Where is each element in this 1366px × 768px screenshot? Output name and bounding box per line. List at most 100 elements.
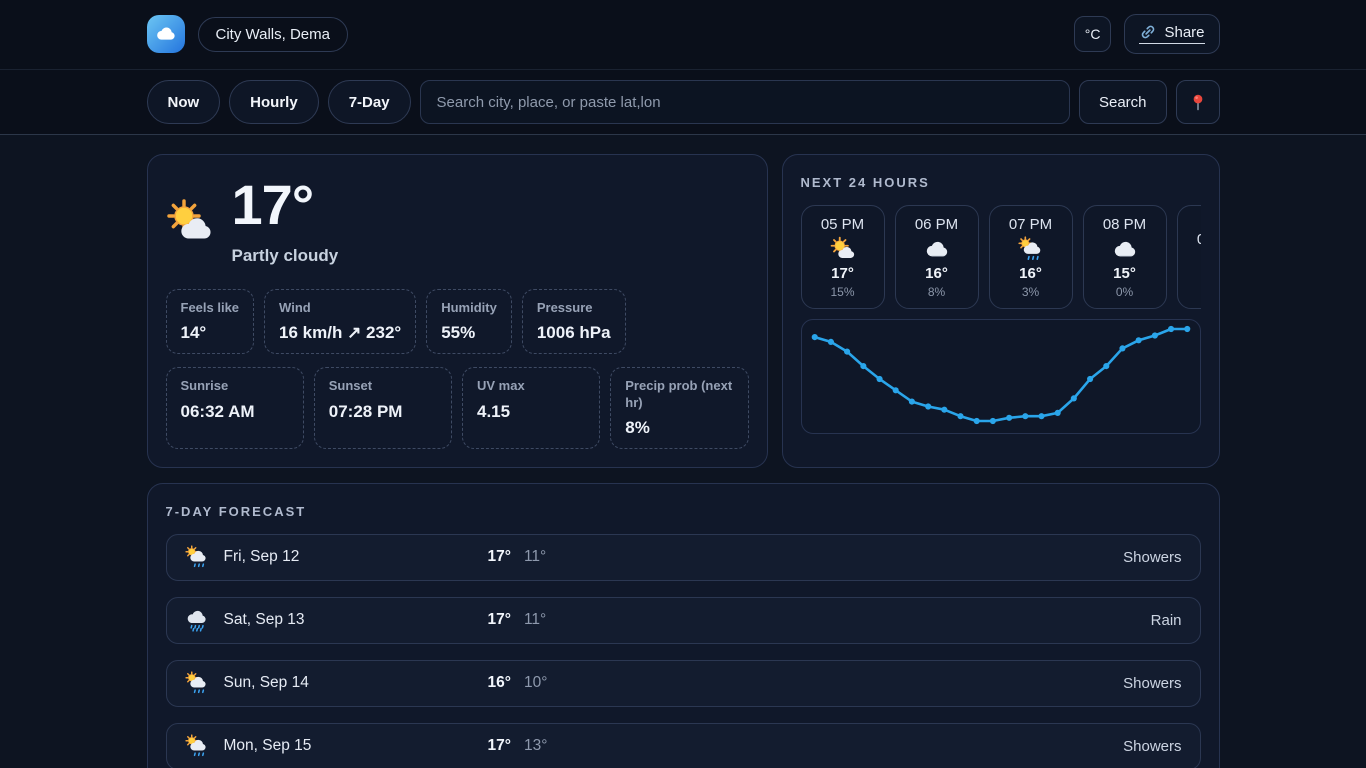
current-stats-row2: Sunrise 06:32 AM Sunset 07:28 PM UV max 4.15 P… [166,367,749,449]
row1-stat-box: Feels like 14° [166,289,255,354]
weather-app: City Walls, Dema °C Share Now Hourly 7-D… [0,0,1366,768]
main-content: 17° Partly cloudy Feels like 14° Wind 16 km… [147,135,1220,768]
forecast-row[interactable]: Fri, Sep 12 17° 11° Showers [166,534,1201,581]
hour-chip[interactable]: 06 PM 16° 8% [895,205,979,309]
sun-rain-cloud-icon [185,734,209,758]
sun-rain-cloud-icon [1018,236,1044,262]
share-label: Share [1164,24,1204,41]
stat-value: 55% [441,323,497,343]
temperature-chart [801,319,1201,434]
hour-precip: 3% [1022,285,1039,299]
hour-chip[interactable]: 05 PM 17° 15% [801,205,885,309]
stat-label: Feels like [181,300,240,316]
row2-stat-box: Sunrise 06:32 AM [166,367,304,449]
tab-hourly[interactable]: Hourly [229,80,319,124]
forecast-condition: Showers [1123,738,1181,755]
search-button[interactable]: Search [1079,80,1167,124]
stat-value: 16 km/h ↗ 232° [279,323,401,343]
forecast-low: 10° [524,674,547,692]
hour-time: 06 PM [915,216,958,233]
forecast-condition: Rain [1151,612,1182,629]
row2-stat-box: UV max 4.15 [462,367,600,449]
forecast-high: 17° [488,548,511,566]
hour-chip[interactable]: 07 PM 16° 3% [989,205,1073,309]
stat-value: 06:32 AM [181,402,289,422]
tab-7day[interactable]: 7-Day [328,80,411,124]
stat-label: Sunset [329,378,437,394]
current-condition: Partly cloudy [232,246,339,266]
search-input[interactable] [420,80,1070,124]
seven-day-forecast-card: 7-DAY FORECAST Fri, Sep 1217°11°ShowersS… [147,483,1220,768]
use-my-location-button[interactable] [1176,80,1220,124]
tab-now[interactable]: Now [147,80,221,124]
forecast-high: 17° [488,611,511,629]
app-logo [147,15,185,53]
stat-label: Pressure [537,300,611,316]
stat-label: Sunrise [181,378,289,394]
stat-value: 4.15 [477,402,585,422]
stat-value: 8% [625,418,733,438]
hour-time: 08 PM [1103,216,1146,233]
row1-stat-box: Humidity 55% [426,289,512,354]
row1-stat-box: Pressure 1006 hPa [522,289,626,354]
hour-precip: 8% [928,285,945,299]
sun-behind-cloud-icon [830,236,856,262]
hour-time: 05 PM [821,216,864,233]
hour-precip: 15% [830,285,854,299]
hour-time: 07 PM [1009,216,1052,233]
hour-temp: 15° [1113,265,1136,282]
hourly-strip: 05 PM17°15%06 PM16°8%07 PM16°3%08 PM15°0… [801,205,1201,309]
stat-label: Humidity [441,300,497,316]
forecast-condition: Showers [1123,549,1181,566]
partly-cloudy-icon [166,198,214,246]
stat-label: Wind [279,300,401,316]
next-24-hours-title: NEXT 24 HOURS [801,175,1201,190]
forecast-low: 11° [524,548,546,566]
forecast-low: 11° [524,611,546,629]
stat-value: 14° [181,323,240,343]
hour-temp: 17° [831,265,854,282]
forecast-high: 16° [488,674,511,692]
sun-rain-cloud-icon [185,671,209,695]
forecast-date: Sun, Sep 14 [224,674,309,692]
current-conditions-card: 17° Partly cloudy Feels like 14° Wind 16 km… [147,154,768,468]
forecast-high: 17° [488,737,511,755]
seven-day-forecast-title: 7-DAY FORECAST [166,504,1201,519]
next-24-hours-card: NEXT 24 HOURS 05 PM 17° 15% 06 PM 16° 8% 07 PM… [782,154,1220,468]
share-button[interactable]: Share [1124,14,1219,54]
cloud-icon [1112,236,1138,262]
hour-time: 09 PM [1197,231,1201,248]
app-header: City Walls, Dema °C Share Now Hourly 7-D… [0,0,1366,135]
forecast-date: Mon, Sep 15 [224,737,312,755]
hour-precip: 0% [1116,285,1133,299]
forecast-row[interactable]: Mon, Sep 15 17° 13° Showers [166,723,1201,768]
forecast-low: 13° [524,737,547,755]
current-temperature: 17° [232,177,339,233]
stat-value: 07:28 PM [329,402,437,422]
hour-temp: 16° [925,265,948,282]
hour-temp: 16° [1019,265,1042,282]
row1-stat-box: Wind 16 km/h ↗ 232° [264,289,416,354]
pushpin-icon [1188,92,1208,112]
forecast-rows: Fri, Sep 12 17° 11° Showers Sat, Sep 13 17° 11… [166,534,1201,768]
hour-chip[interactable]: 08 PM 15° 0% [1083,205,1167,309]
forecast-condition: Showers [1123,675,1181,692]
sun-rain-cloud-icon [185,545,209,569]
cloud-icon [924,236,950,262]
current-stats-row1: Feels like 14° Wind 16 km/h ↗ 232° Humidity 5… [166,289,749,354]
hour-chip[interactable]: 09 PM [1177,205,1201,309]
cloud-icon [154,22,178,46]
row2-stat-box: Sunset 07:28 PM [314,367,452,449]
forecast-date: Fri, Sep 12 [224,548,300,566]
rain-cloud-icon [185,608,209,632]
stat-label: Precip prob (next hr) [625,378,733,411]
stat-value: 1006 hPa [537,323,611,343]
forecast-row[interactable]: Sat, Sep 13 17° 11° Rain [166,597,1201,644]
row2-stat-box: Precip prob (next hr) 8% [610,367,748,449]
link-icon [1139,23,1157,41]
forecast-date: Sat, Sep 13 [224,611,305,629]
stat-label: UV max [477,378,585,394]
unit-toggle-button[interactable]: °C [1074,16,1112,52]
location-chip[interactable]: City Walls, Dema [198,17,348,52]
forecast-row[interactable]: Sun, Sep 14 16° 10° Showers [166,660,1201,707]
